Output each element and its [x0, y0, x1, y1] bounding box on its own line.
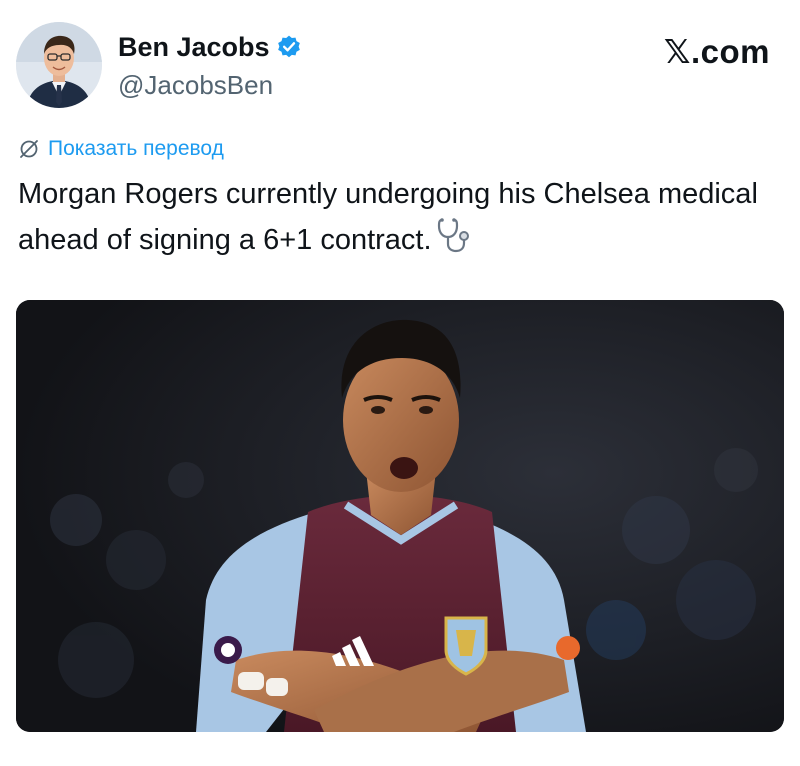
globe-slash-icon: [20, 140, 38, 158]
tweet-text-block: Morgan Rogers currently undergoing his C…: [18, 172, 778, 263]
tweet-media-photo[interactable]: [16, 300, 784, 732]
show-translation-link[interactable]: Показать перевод: [18, 136, 224, 162]
player-celebration-photo: [16, 300, 784, 732]
tweet-text: Morgan Rogers currently undergoing his C…: [18, 178, 758, 256]
x-logo: 𝕏.com: [663, 33, 770, 70]
stethoscope-icon: [437, 218, 469, 253]
verified-badge-icon: [277, 35, 300, 58]
tweet-card: Ben Jacobs @JacobsBen 𝕏.com Показать пер…: [0, 0, 800, 766]
avatar[interactable]: [16, 22, 102, 108]
author-handle[interactable]: @JacobsBen: [118, 70, 273, 100]
show-translation-label[interactable]: Показать перевод: [48, 136, 224, 162]
display-name[interactable]: Ben Jacobs: [118, 31, 270, 63]
avatar-photo: [16, 22, 102, 108]
author-name-row[interactable]: Ben Jacobs: [118, 31, 302, 63]
